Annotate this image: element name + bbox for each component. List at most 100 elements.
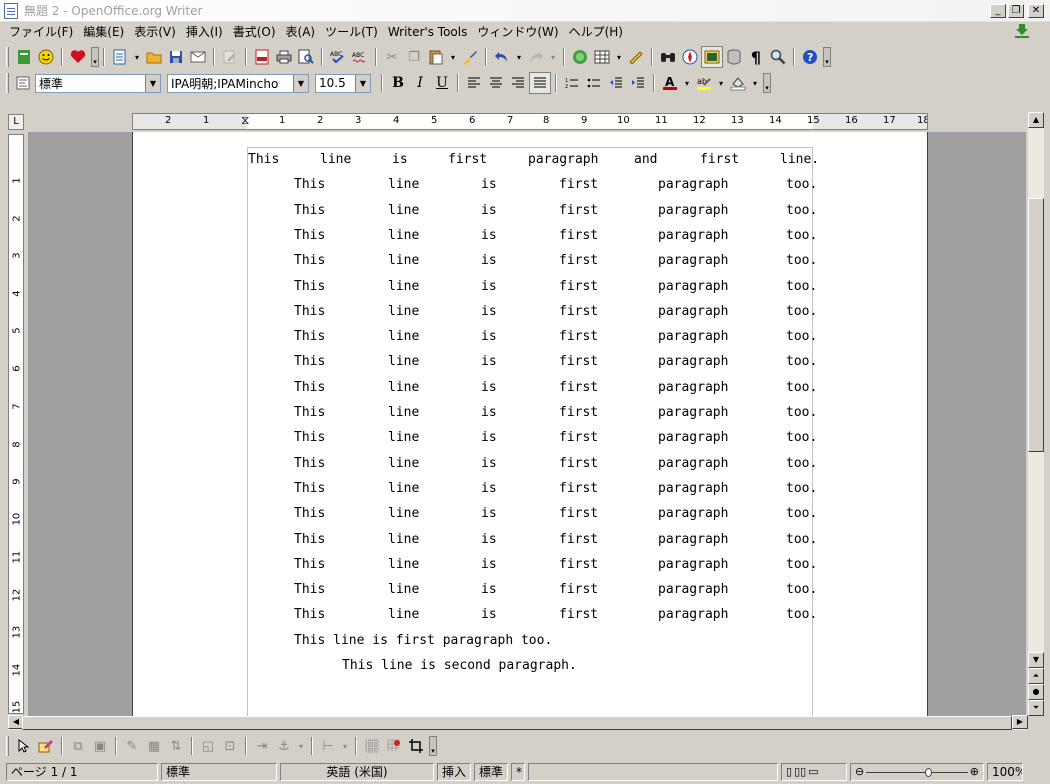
hyperlink-icon[interactable] bbox=[569, 46, 591, 68]
text-line[interactable]: This line is first paragraph and first line. bbox=[248, 152, 819, 172]
navigation-icon[interactable]: ● bbox=[1028, 684, 1044, 700]
vertical-scrollbar[interactable]: ▲ ▼ ⏶ ● ⏷ bbox=[1028, 112, 1044, 716]
text-line[interactable]: This line is first paragraph too. bbox=[248, 279, 817, 299]
find-replace-icon[interactable] bbox=[657, 46, 679, 68]
first-line-indent-marker[interactable]: ⧖ bbox=[241, 114, 249, 128]
toolbar-overflow-button[interactable]: ▾ bbox=[763, 73, 771, 93]
zoom-in-icon[interactable]: ⊕ bbox=[970, 764, 979, 780]
help-icon[interactable]: ? bbox=[799, 46, 821, 68]
menu-format[interactable]: 書式(O) bbox=[228, 22, 281, 43]
paragraph-style-select[interactable]: 標準 ▼ bbox=[35, 73, 161, 93]
text-line[interactable]: This line is first paragraph too. bbox=[248, 633, 813, 653]
redo-icon[interactable] bbox=[525, 46, 547, 68]
scroll-right-button[interactable]: ▶ bbox=[1012, 715, 1028, 729]
grid-icon[interactable] bbox=[361, 735, 383, 757]
align-center-icon[interactable] bbox=[485, 72, 507, 94]
highlighting-dropdown-icon[interactable]: ▾ bbox=[715, 72, 727, 94]
document-viewport[interactable]: This line is first paragraph and first line. Thi… bbox=[28, 132, 1026, 716]
zoom-slider-thumb[interactable] bbox=[925, 767, 933, 777]
insert-mode-indicator[interactable]: 挿入 bbox=[437, 763, 471, 781]
undo-icon[interactable] bbox=[491, 46, 513, 68]
show-draw-functions-icon[interactable] bbox=[625, 46, 647, 68]
toolbar-overflow-button[interactable]: ▾ bbox=[91, 47, 99, 67]
text-line[interactable]: This line is first paragraph too. bbox=[248, 380, 817, 400]
scroll-up-button[interactable]: ▲ bbox=[1028, 112, 1044, 128]
save-icon[interactable] bbox=[165, 46, 187, 68]
zoom-slider-track[interactable] bbox=[866, 767, 968, 777]
paste-icon[interactable] bbox=[425, 46, 447, 68]
multi-page-view-icon[interactable]: ▯▯ bbox=[794, 764, 806, 780]
zoom-out-icon[interactable]: ⊖ bbox=[855, 764, 864, 780]
close-button[interactable]: ✕ bbox=[1028, 4, 1044, 18]
chevron-down-icon[interactable]: ▼ bbox=[355, 74, 370, 92]
text-icon[interactable]: ⊡ bbox=[219, 735, 241, 757]
anchor-dropdown-icon[interactable]: ▾ bbox=[295, 735, 307, 757]
menu-tools[interactable]: ツール(T) bbox=[320, 22, 383, 43]
format-paintbrush-icon[interactable] bbox=[459, 46, 481, 68]
font-color-icon[interactable]: A bbox=[659, 72, 681, 94]
heart-icon[interactable] bbox=[67, 46, 89, 68]
chevron-down-icon[interactable]: ▼ bbox=[145, 74, 160, 92]
increase-indent-icon[interactable] bbox=[627, 72, 649, 94]
redo-dropdown-icon[interactable]: ▾ bbox=[547, 46, 559, 68]
arrange-icon[interactable]: ⇅ bbox=[165, 735, 187, 757]
cut-icon[interactable]: ✂ bbox=[381, 46, 403, 68]
horizontal-ruler[interactable]: 2 1 ⧖ 1 2 3 4 5 6 7 8 9 10 11 12 13 14 1… bbox=[132, 113, 928, 130]
paste-dropdown-icon[interactable]: ▾ bbox=[447, 46, 459, 68]
smiley-icon[interactable] bbox=[35, 46, 57, 68]
justify-icon[interactable] bbox=[529, 72, 551, 94]
styles-formatting-icon[interactable] bbox=[13, 72, 35, 94]
text-line[interactable]: This line is first paragraph too. bbox=[248, 532, 817, 552]
text-line[interactable]: This line is first paragraph too. bbox=[248, 557, 817, 577]
autospellcheck-icon[interactable]: ABC bbox=[349, 46, 371, 68]
page-style-indicator[interactable]: 標準 bbox=[161, 763, 277, 781]
align-left-icon[interactable] bbox=[463, 72, 485, 94]
dropdown-arrow-icon[interactable]: ▾ bbox=[131, 46, 143, 68]
menu-file[interactable]: ファイル(F) bbox=[4, 22, 78, 43]
selection-mode-indicator[interactable]: 標準 bbox=[474, 763, 508, 781]
toolbar-grip[interactable] bbox=[6, 736, 9, 756]
gallery-icon[interactable] bbox=[701, 46, 723, 68]
zoom-slider[interactable]: ⊖ ⊕ bbox=[850, 763, 984, 781]
text-line[interactable]: This line is first paragraph too. bbox=[248, 481, 817, 501]
text-line[interactable]: This line is first paragraph too. bbox=[248, 253, 817, 273]
wrap-icon[interactable]: ◱ bbox=[197, 735, 219, 757]
zoom-icon[interactable] bbox=[767, 46, 789, 68]
menu-insert[interactable]: 挿入(I) bbox=[181, 22, 228, 43]
toolbar-overflow-button[interactable]: ▾ bbox=[429, 736, 437, 756]
text-line[interactable]: This line is first paragraph too. bbox=[248, 177, 817, 197]
spellcheck-icon[interactable]: ABC bbox=[327, 46, 349, 68]
menu-edit[interactable]: 編集(E) bbox=[78, 22, 129, 43]
highlighting-icon[interactable]: ab bbox=[693, 72, 715, 94]
font-name-select[interactable]: IPA明朝;IPAMincho ▼ bbox=[167, 73, 309, 93]
page-indicator[interactable]: ページ 1 / 1 bbox=[6, 763, 158, 781]
toolbar-overflow-button[interactable]: ▾ bbox=[823, 47, 831, 67]
anchor-icon[interactable]: ⚓ bbox=[273, 735, 295, 757]
text-line[interactable]: This line is first paragraph too. bbox=[248, 304, 817, 324]
copy-icon[interactable]: ❐ bbox=[403, 46, 425, 68]
horizontal-scrollbar[interactable]: ◀ ▶ bbox=[8, 715, 1028, 730]
object-icon[interactable]: ▣ bbox=[89, 735, 111, 757]
data-sources-icon[interactable] bbox=[723, 46, 745, 68]
download-update-icon[interactable] bbox=[1014, 24, 1030, 38]
table-icon[interactable] bbox=[591, 46, 613, 68]
navigator-icon[interactable] bbox=[679, 46, 701, 68]
chevron-down-icon[interactable]: ▼ bbox=[293, 74, 308, 92]
background-color-dropdown-icon[interactable]: ▾ bbox=[749, 72, 761, 94]
underline-button[interactable]: U bbox=[431, 72, 453, 94]
print-icon[interactable] bbox=[273, 46, 295, 68]
bring-to-front-icon[interactable]: ⇥ bbox=[251, 735, 273, 757]
numbering-icon[interactable]: 12 bbox=[561, 72, 583, 94]
select-pointer-icon[interactable] bbox=[13, 735, 35, 757]
document-page[interactable]: This line is first paragraph and first line. Thi… bbox=[132, 132, 928, 716]
text-line[interactable]: This line is first paragraph too. bbox=[248, 329, 817, 349]
horizontal-scroll-thumb[interactable] bbox=[22, 716, 1012, 730]
menu-window[interactable]: ウィンドウ(W) bbox=[472, 22, 563, 43]
text-line[interactable]: This line is second paragraph. bbox=[248, 658, 813, 678]
align-objects-icon[interactable]: ⊢ bbox=[317, 735, 339, 757]
extension-icon[interactable] bbox=[13, 46, 35, 68]
single-page-view-icon[interactable]: ▯ bbox=[786, 764, 792, 780]
text-line[interactable]: This line is first paragraph too. bbox=[248, 456, 817, 476]
edit-file-icon[interactable] bbox=[219, 46, 241, 68]
text-line[interactable]: This line is first paragraph too. bbox=[248, 607, 817, 627]
